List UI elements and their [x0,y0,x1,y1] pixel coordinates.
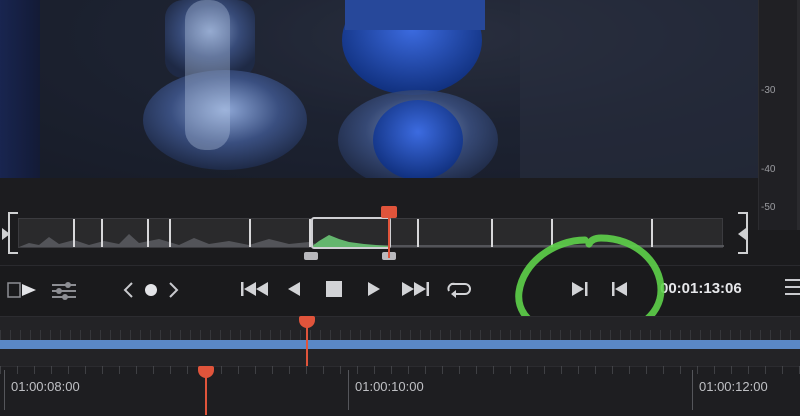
loop-icon[interactable] [445,278,473,300]
ruler-label: 01:00:10:00 [355,379,424,394]
timecode-display: 00:01:13:06 [660,280,742,297]
ruler-label: 01:00:12:00 [699,379,768,394]
next-edit-icon[interactable] [168,281,180,299]
play-reverse-icon[interactable] [286,280,302,298]
go-to-end-icon[interactable] [400,280,430,298]
meter-tick: -30 [761,85,776,96]
audio-meter: -30 -40 -50 [758,0,800,230]
viewer-image [0,0,758,178]
menu-icon[interactable] [785,279,800,297]
timeline-track[interactable] [0,340,800,349]
viewer-frame [0,0,758,178]
clip-trim-handle-left[interactable] [304,252,318,260]
stop-icon[interactable] [325,280,343,298]
prev-edit-icon[interactable] [122,281,134,299]
active-clip[interactable] [311,217,391,249]
strip-left-arrow-icon[interactable] [2,228,10,240]
go-to-start-icon[interactable] [240,280,270,298]
ruler-label: 01:00:08:00 [11,379,80,394]
clip-view-icon[interactable] [6,280,38,300]
dot-icon[interactable] [144,283,158,297]
strip-right-arrow-icon[interactable] [738,228,746,240]
settings-sliders-icon[interactable] [50,280,78,300]
meter-tick: -40 [761,164,776,175]
meter-tick: -50 [761,202,776,213]
play-icon[interactable] [366,280,382,298]
